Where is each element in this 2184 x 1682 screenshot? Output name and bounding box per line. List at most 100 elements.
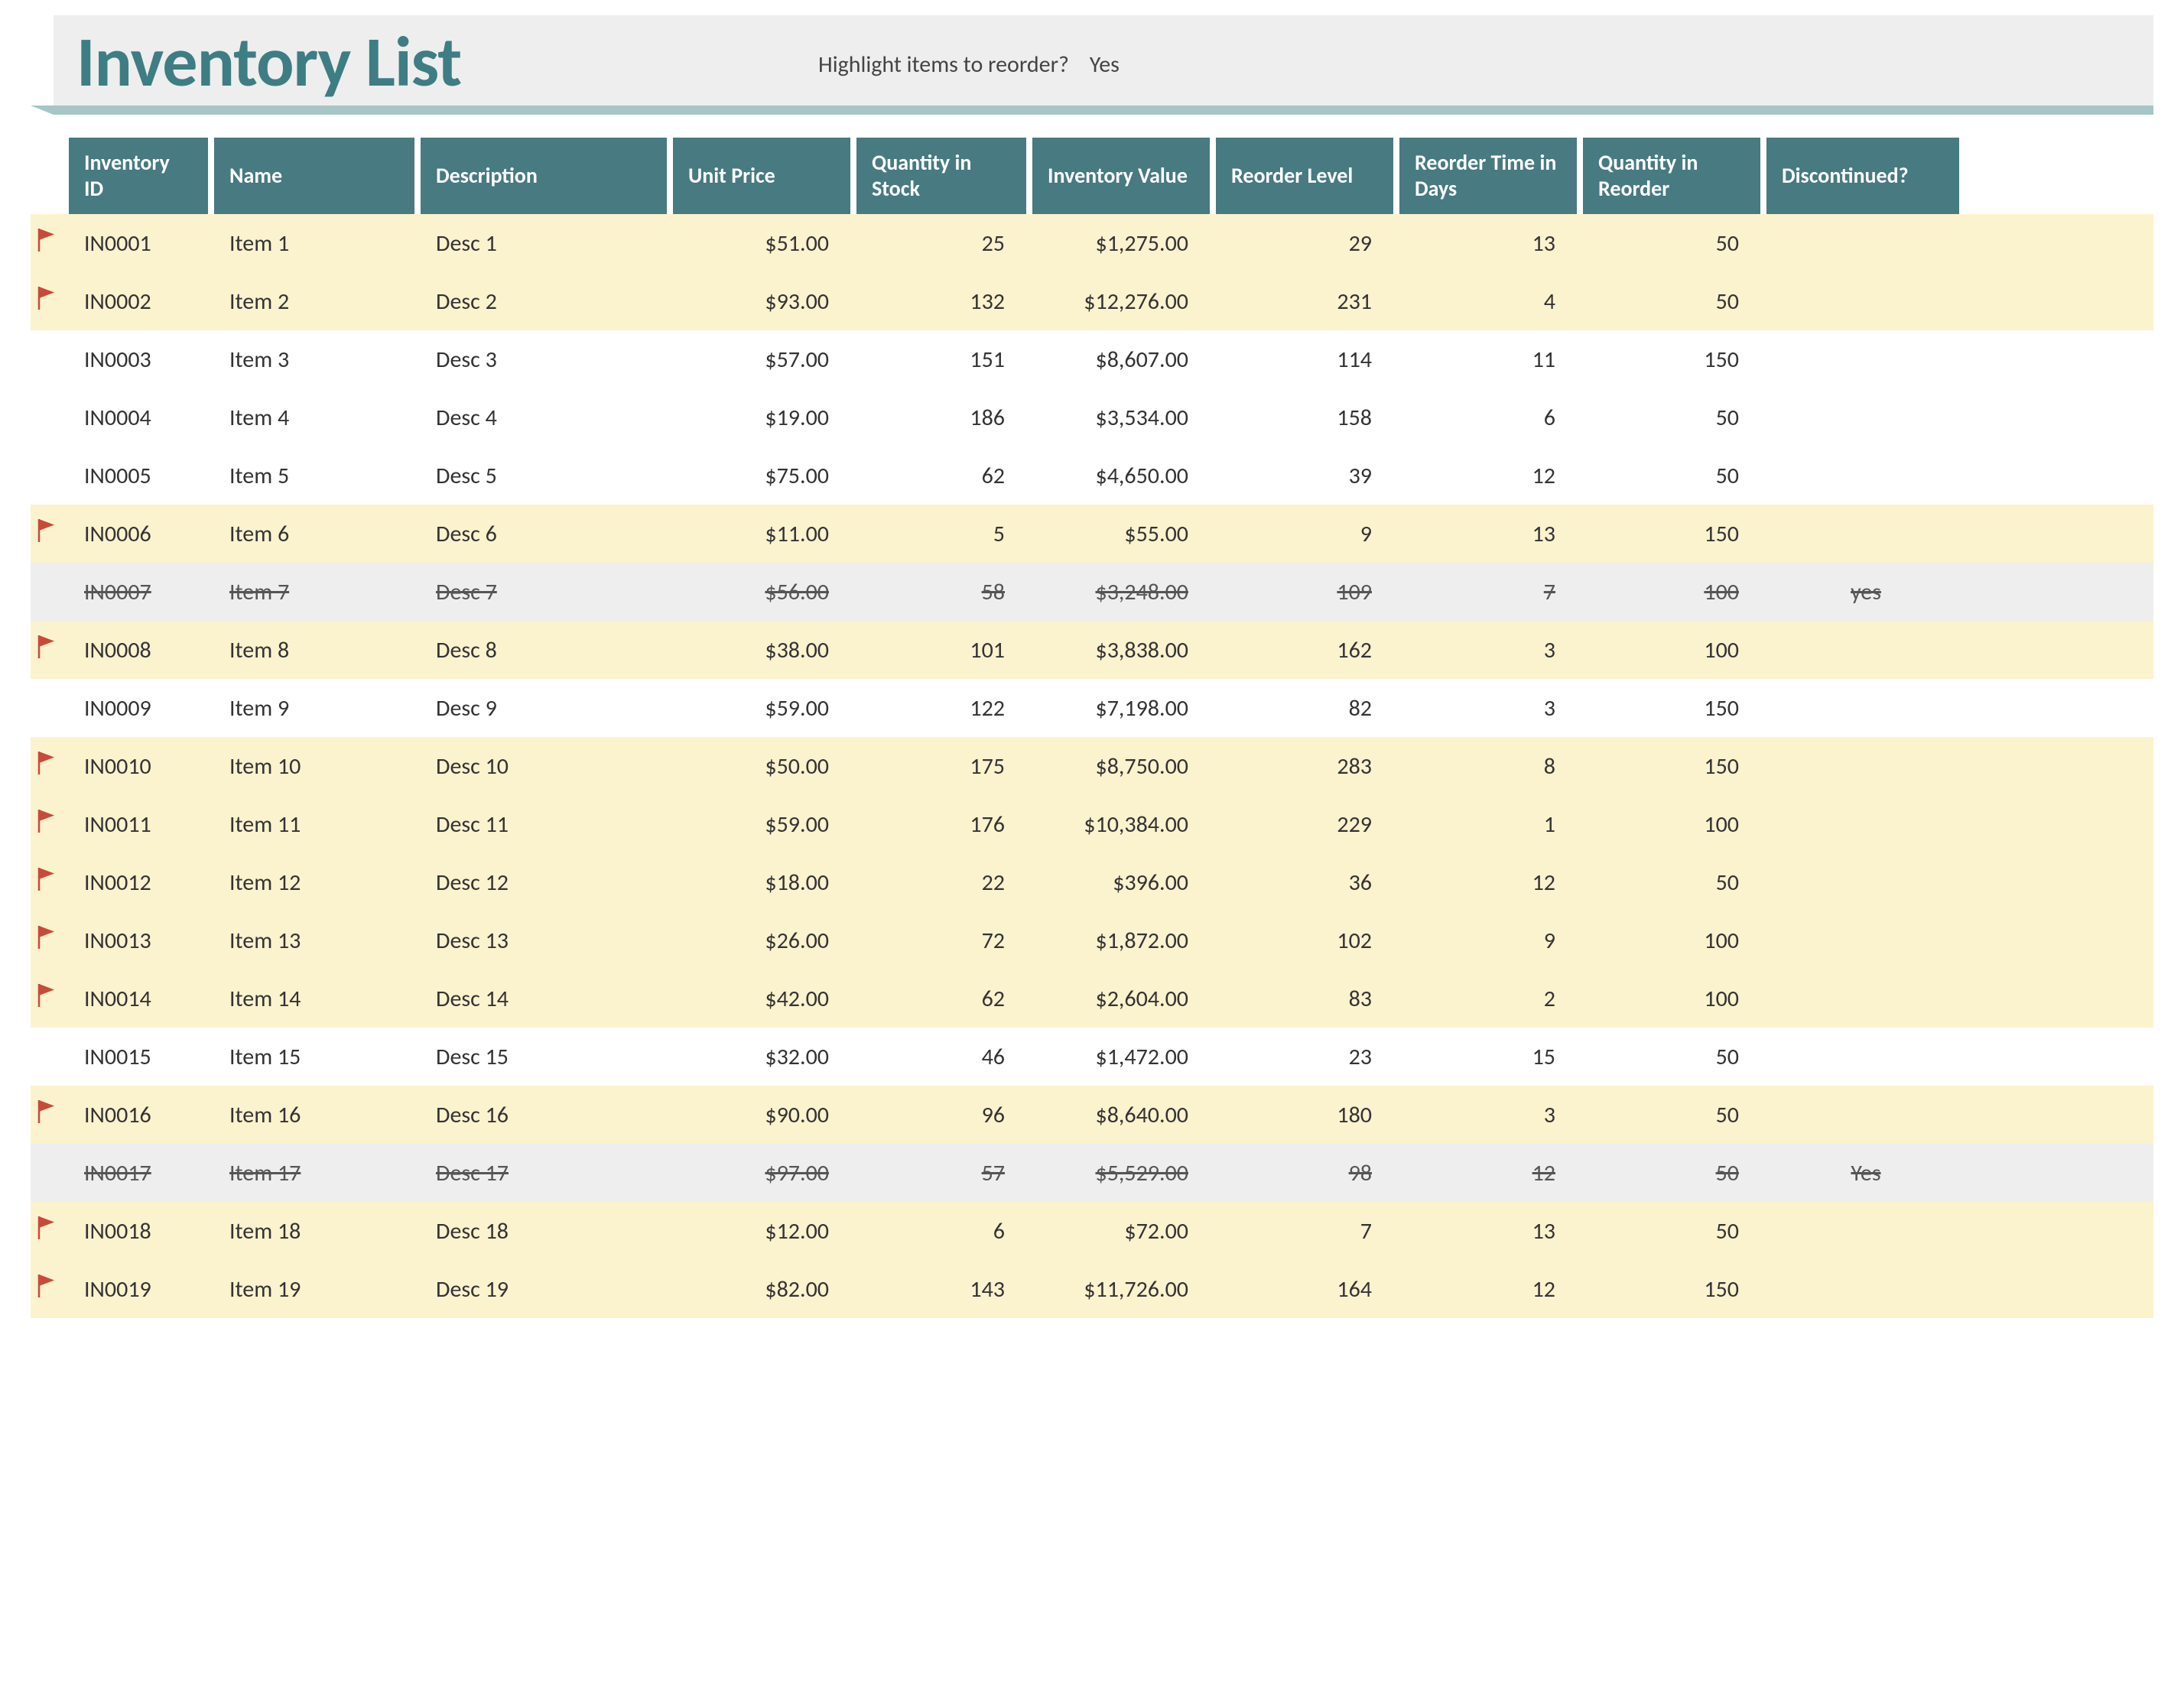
cell-description: Desc 11 — [421, 810, 673, 839]
cell-qty-stock: 175 — [856, 752, 1032, 781]
cell-unit-price: $38.00 — [673, 636, 856, 664]
cell-inventory-value: $8,750.00 — [1032, 752, 1216, 781]
cell-qty-reorder: 50 — [1583, 404, 1766, 432]
flag-icon — [31, 1214, 69, 1249]
col-qty-stock[interactable]: Quantity in Stock — [856, 138, 1032, 214]
col-unit-price[interactable]: Unit Price — [673, 138, 856, 214]
cell-reorder-level: 7 — [1216, 1217, 1399, 1245]
cell-name: Item 9 — [214, 694, 421, 722]
cell-unit-price: $19.00 — [673, 404, 856, 432]
col-reorder-days[interactable]: Reorder Time in Days — [1399, 138, 1583, 214]
cell-inventory-id: IN0004 — [69, 404, 214, 432]
table-row[interactable]: IN0011Item 11Desc 11$59.00176$10,384.002… — [31, 795, 2153, 853]
table-row[interactable]: IN0014Item 14Desc 14$42.0062$2,604.00832… — [31, 969, 2153, 1028]
cell-qty-stock: 62 — [856, 462, 1032, 490]
highlight-setting: Highlight items to reorder? Yes — [818, 50, 1120, 79]
table-row[interactable]: IN0012Item 12Desc 12$18.0022$396.0036125… — [31, 853, 2153, 911]
cell-inventory-id: IN0007 — [69, 578, 214, 606]
cell-qty-reorder: 50 — [1583, 287, 1766, 316]
cell-qty-stock: 143 — [856, 1275, 1032, 1304]
cell-name: Item 17 — [214, 1159, 421, 1187]
table-row[interactable]: IN0005Item 5Desc 5$75.0062$4,650.0039125… — [31, 446, 2153, 505]
cell-reorder-level: 114 — [1216, 346, 1399, 374]
table-row[interactable]: IN0006Item 6Desc 6$11.005$55.00913150 — [31, 505, 2153, 563]
cell-reorder-level: 83 — [1216, 985, 1399, 1013]
cell-inventory-id: IN0009 — [69, 694, 214, 722]
cell-qty-reorder: 100 — [1583, 927, 1766, 955]
cell-unit-price: $59.00 — [673, 694, 856, 722]
cell-qty-reorder: 150 — [1583, 694, 1766, 722]
inventory-page: Inventory List Highlight items to reorde… — [0, 0, 2184, 1349]
table-row[interactable]: IN0018Item 18Desc 18$12.006$72.0071350 — [31, 1202, 2153, 1260]
cell-reorder-days: 1 — [1399, 810, 1583, 839]
table-row[interactable]: IN0010Item 10Desc 10$50.00175$8,750.0028… — [31, 737, 2153, 795]
cell-name: Item 18 — [214, 1217, 421, 1245]
table-row[interactable]: IN0009Item 9Desc 9$59.00122$7,198.008231… — [31, 679, 2153, 737]
cell-inventory-value: $396.00 — [1032, 869, 1216, 897]
cell-qty-reorder: 150 — [1583, 346, 1766, 374]
cell-qty-reorder: 50 — [1583, 1217, 1766, 1245]
flag-icon — [31, 284, 69, 319]
cell-qty-reorder: 50 — [1583, 462, 1766, 490]
cell-reorder-days: 3 — [1399, 694, 1583, 722]
table-row[interactable]: IN0013Item 13Desc 13$26.0072$1,872.00102… — [31, 911, 2153, 969]
cell-discontinued: yes — [1766, 578, 1965, 606]
cell-name: Item 10 — [214, 752, 421, 781]
table-row[interactable]: IN0015Item 15Desc 15$32.0046$1,472.00231… — [31, 1028, 2153, 1086]
cell-description: Desc 9 — [421, 694, 673, 722]
col-qty-reorder[interactable]: Quantity in Reorder — [1583, 138, 1766, 214]
cell-unit-price: $93.00 — [673, 287, 856, 316]
cell-inventory-value: $2,604.00 — [1032, 985, 1216, 1013]
table-row[interactable]: IN0019Item 19Desc 19$82.00143$11,726.001… — [31, 1260, 2153, 1318]
cell-inventory-id: IN0010 — [69, 752, 214, 781]
col-name[interactable]: Name — [214, 138, 421, 214]
cell-qty-stock: 101 — [856, 636, 1032, 664]
col-inventory-value[interactable]: Inventory Value — [1032, 138, 1216, 214]
cell-name: Item 2 — [214, 287, 421, 316]
cell-unit-price: $32.00 — [673, 1043, 856, 1071]
highlight-label: Highlight items to reorder? — [818, 50, 1069, 79]
table-row[interactable]: IN0016Item 16Desc 16$90.0096$8,640.00180… — [31, 1086, 2153, 1144]
cell-inventory-value: $10,384.00 — [1032, 810, 1216, 839]
cell-reorder-level: 283 — [1216, 752, 1399, 781]
cell-inventory-id: IN0002 — [69, 287, 214, 316]
cell-reorder-level: 9 — [1216, 520, 1399, 548]
flag-icon — [31, 226, 69, 261]
table-row[interactable]: IN0017Item 17Desc 17$97.0057$5,529.00981… — [31, 1144, 2153, 1202]
flag-icon — [31, 1098, 69, 1132]
cell-name: Item 6 — [214, 520, 421, 548]
cell-inventory-value: $3,838.00 — [1032, 636, 1216, 664]
flag-icon — [31, 807, 69, 842]
col-description[interactable]: Description — [421, 138, 673, 214]
col-discontinued[interactable]: Discontinued? — [1766, 138, 1965, 214]
col-reorder-level[interactable]: Reorder Level — [1216, 138, 1399, 214]
cell-unit-price: $42.00 — [673, 985, 856, 1013]
col-inventory-id[interactable]: Inventory ID — [69, 138, 214, 214]
page-title: Inventory List — [76, 18, 461, 105]
table-row[interactable]: IN0004Item 4Desc 4$19.00186$3,534.001586… — [31, 388, 2153, 446]
table-row[interactable]: IN0002Item 2Desc 2$93.00132$12,276.00231… — [31, 272, 2153, 330]
cell-inventory-id: IN0014 — [69, 985, 214, 1013]
table-row[interactable]: IN0008Item 8Desc 8$38.00101$3,838.001623… — [31, 621, 2153, 679]
cell-reorder-days: 3 — [1399, 636, 1583, 664]
cell-reorder-days: 13 — [1399, 229, 1583, 258]
flag-icon — [31, 749, 69, 784]
table-row[interactable]: IN0007Item 7Desc 7$56.0058$3,248.0010971… — [31, 563, 2153, 621]
cell-name: Item 11 — [214, 810, 421, 839]
cell-inventory-value: $3,248.00 — [1032, 578, 1216, 606]
cell-reorder-level: 162 — [1216, 636, 1399, 664]
flag-icon — [31, 633, 69, 667]
cell-qty-stock: 58 — [856, 578, 1032, 606]
cell-description: Desc 6 — [421, 520, 673, 548]
table-row[interactable]: IN0003Item 3Desc 3$57.00151$8,607.001141… — [31, 330, 2153, 388]
cell-inventory-value: $12,276.00 — [1032, 287, 1216, 316]
table-row[interactable]: IN0001Item 1Desc 1$51.0025$1,275.0029135… — [31, 214, 2153, 272]
cell-reorder-days: 6 — [1399, 404, 1583, 432]
cell-qty-reorder: 150 — [1583, 752, 1766, 781]
cell-reorder-level: 98 — [1216, 1159, 1399, 1187]
cell-qty-stock: 5 — [856, 520, 1032, 548]
cell-inventory-value: $4,650.00 — [1032, 462, 1216, 490]
cell-reorder-days: 12 — [1399, 869, 1583, 897]
cell-inventory-value: $1,275.00 — [1032, 229, 1216, 258]
cell-description: Desc 15 — [421, 1043, 673, 1071]
